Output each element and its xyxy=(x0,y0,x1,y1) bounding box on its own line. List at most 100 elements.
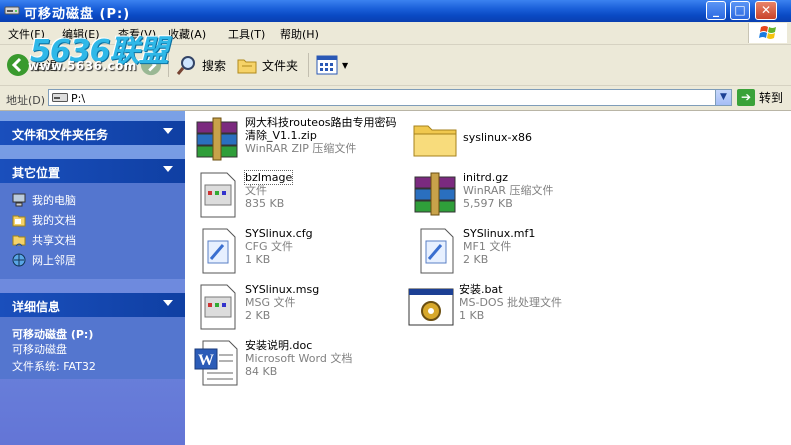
place-shared-documents[interactable]: 共享文档 xyxy=(12,232,76,248)
svg-text:W: W xyxy=(198,352,214,369)
address-label: 地址(D) xyxy=(6,94,46,107)
other-places-label: 其它位置 xyxy=(12,166,61,180)
windows-flag-icon xyxy=(759,26,776,39)
drive-icon xyxy=(52,93,68,102)
go-label: 转到 xyxy=(759,91,784,105)
file-size: 2 KB xyxy=(245,309,271,322)
views-icon xyxy=(316,55,338,75)
folder-icon xyxy=(413,125,457,157)
file-icon xyxy=(200,172,236,218)
file-item[interactable]: syslinux-x86 xyxy=(411,116,532,164)
details-header-label: 详细信息 xyxy=(12,300,61,314)
file-name: 清除_V1.1.zip xyxy=(245,129,317,142)
file-item[interactable]: W 安装说明.doc Microsoft Word 文档 84 KB xyxy=(193,339,352,387)
details-type: 可移动磁盘 xyxy=(12,343,67,356)
place-label: 共享文档 xyxy=(32,234,76,247)
chevron-down-icon xyxy=(163,166,173,172)
file-list: 网大科技routeos路由专用密码 清除_V1.1.zip WinRAR ZIP… xyxy=(185,111,791,445)
folders-label: 文件夹 xyxy=(262,58,299,73)
my-documents-icon xyxy=(12,215,26,227)
winrar-icon xyxy=(414,172,456,216)
search-button[interactable]: 搜索 xyxy=(176,53,226,77)
word-doc-icon: W xyxy=(194,340,238,386)
folders-icon xyxy=(237,59,257,74)
details-filesystem: 文件系统: FAT32 xyxy=(12,360,96,373)
file-size: 835 KB xyxy=(245,197,285,210)
address-bar: 地址(D) P:\ ▼ ➔ 转到 xyxy=(0,86,791,111)
task-pane: 文件和文件夹任务 其它位置 我的电脑 我的文档 共享文档 网上邻居 详细信息 可… xyxy=(0,111,185,445)
details-panel: 可移动磁盘 (P:) 可移动磁盘 文件系统: FAT32 xyxy=(0,317,185,379)
file-name: 安装.bat xyxy=(459,283,503,296)
config-file-icon xyxy=(202,228,236,274)
details-header[interactable]: 详细信息 xyxy=(0,293,185,317)
other-places-header[interactable]: 其它位置 xyxy=(0,159,185,183)
window-title: 可移动磁盘 (P:) xyxy=(24,7,131,22)
place-label: 我的电脑 xyxy=(32,194,76,207)
file-type: MS-DOS 批处理文件 xyxy=(459,296,563,309)
other-places-list: 我的电脑 我的文档 共享文档 网上邻居 xyxy=(0,183,185,279)
config-file-icon xyxy=(420,228,454,274)
search-icon xyxy=(176,56,195,75)
address-dropdown-button[interactable]: ▼ xyxy=(715,90,731,105)
file-size: 2 KB xyxy=(463,253,489,266)
batch-file-icon xyxy=(408,288,454,326)
winrar-icon xyxy=(196,117,238,161)
file-item[interactable]: 安装.bat MS-DOS 批处理文件 1 KB xyxy=(407,283,562,331)
file-name: SYSlinux.cfg xyxy=(245,227,313,240)
search-label: 搜索 xyxy=(202,58,227,73)
file-item[interactable]: bzImage 文件 835 KB xyxy=(193,170,294,219)
windows-logo xyxy=(748,23,787,43)
file-size: 1 KB xyxy=(459,309,485,322)
network-icon xyxy=(12,253,26,267)
shared-folder-icon xyxy=(12,235,26,247)
go-arrow-icon: ➔ xyxy=(737,89,755,106)
place-label: 网上邻居 xyxy=(32,254,76,267)
file-name: 网大科技routeos路由专用密码 xyxy=(245,116,397,129)
tasks-header[interactable]: 文件和文件夹任务 xyxy=(0,121,185,145)
menu-help[interactable]: 帮助(H) xyxy=(280,26,319,42)
title-bar: 可移动磁盘 (P:) _ □ ✕ xyxy=(0,0,791,22)
toolbar-separator xyxy=(308,53,309,77)
file-icon xyxy=(200,284,236,330)
go-button[interactable]: ➔ 转到 xyxy=(737,89,783,106)
place-label: 我的文档 xyxy=(32,214,76,227)
file-size: 1 KB xyxy=(245,253,271,266)
file-type: 文件 xyxy=(245,184,267,197)
place-my-documents[interactable]: 我的文档 xyxy=(12,212,76,228)
file-size: 5,597 KB xyxy=(463,197,513,210)
watermark-url: www.5636.com xyxy=(28,59,137,73)
folders-button[interactable]: 文件夹 xyxy=(236,53,298,77)
file-item[interactable]: SYSlinux.msg MSG 文件 2 KB xyxy=(193,283,319,331)
file-type: MSG 文件 xyxy=(245,296,296,309)
file-name: 安装说明.doc xyxy=(245,339,313,352)
minimize-button[interactable]: _ xyxy=(706,1,726,20)
file-item[interactable]: SYSlinux.cfg CFG 文件 1 KB xyxy=(193,227,313,275)
chevron-down-icon xyxy=(163,300,173,306)
file-item[interactable]: SYSlinux.mf1 MF1 文件 2 KB xyxy=(411,227,535,275)
file-name: initrd.gz xyxy=(463,171,508,184)
file-name: bzImage xyxy=(243,170,294,185)
file-item[interactable]: 网大科技routeos路由专用密码 清除_V1.1.zip WinRAR ZIP… xyxy=(193,116,397,164)
back-arrow-icon xyxy=(7,54,29,76)
my-computer-icon xyxy=(12,193,26,207)
views-button[interactable]: ▼ xyxy=(316,53,348,77)
maximize-button[interactable]: □ xyxy=(730,1,750,20)
file-name: SYSlinux.msg xyxy=(245,283,320,296)
file-name: syslinux-x86 xyxy=(463,131,533,144)
file-size: 84 KB xyxy=(245,365,278,378)
chevron-down-icon: ▼ xyxy=(342,60,349,70)
file-type: WinRAR ZIP 压缩文件 xyxy=(245,142,357,155)
place-network[interactable]: 网上邻居 xyxy=(12,252,76,268)
menu-tools[interactable]: 工具(T) xyxy=(228,26,265,42)
address-input[interactable]: P:\ ▼ xyxy=(48,89,732,106)
close-button[interactable]: ✕ xyxy=(755,1,777,20)
place-my-computer[interactable]: 我的电脑 xyxy=(12,192,76,208)
chevron-down-icon xyxy=(163,128,173,134)
tasks-header-label: 文件和文件夹任务 xyxy=(12,128,109,142)
details-title: 可移动磁盘 (P:) xyxy=(12,328,94,341)
file-item[interactable]: initrd.gz WinRAR 压缩文件 5,597 KB xyxy=(411,171,554,219)
address-value: P:\ xyxy=(71,92,86,105)
menu-favorites[interactable]: 收藏(A) xyxy=(168,26,206,42)
toolbar-separator xyxy=(168,53,169,77)
file-type: Microsoft Word 文档 xyxy=(245,352,353,365)
